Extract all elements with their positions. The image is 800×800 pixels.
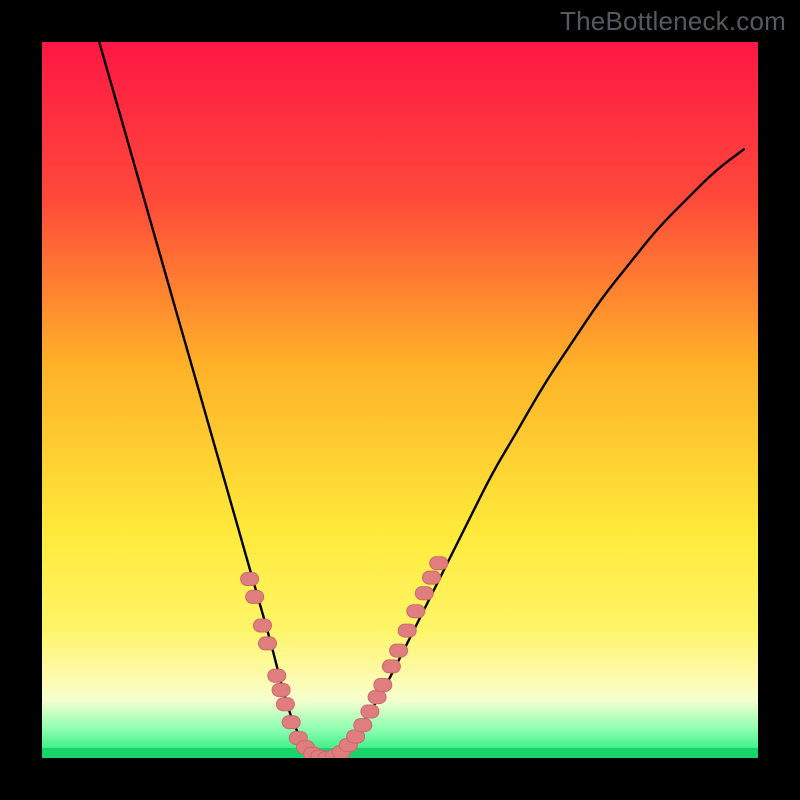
highlight-dot <box>354 719 372 732</box>
highlight-dot <box>272 684 290 697</box>
highlight-dot <box>282 716 300 729</box>
highlight-dot <box>430 557 448 570</box>
highlight-dot <box>423 571 441 584</box>
highlight-dot <box>246 590 264 603</box>
watermark-text: TheBottleneck.com <box>560 6 786 37</box>
highlight-dot <box>259 637 277 650</box>
highlight-dot <box>390 644 408 657</box>
highlight-dot <box>398 624 416 637</box>
bottleneck-chart <box>0 0 800 800</box>
highlight-dot <box>268 669 286 682</box>
highlight-dot <box>374 679 392 692</box>
highlight-dot <box>241 573 259 586</box>
chart-frame: TheBottleneck.com <box>0 0 800 800</box>
highlight-dot <box>254 619 272 632</box>
highlight-dot <box>407 605 425 618</box>
highlight-dot <box>382 660 400 673</box>
highlight-dot <box>361 705 379 718</box>
plot-bottom-band <box>42 748 758 758</box>
highlight-dot <box>415 587 433 600</box>
highlight-dot <box>368 691 386 704</box>
highlight-dot <box>276 698 294 711</box>
